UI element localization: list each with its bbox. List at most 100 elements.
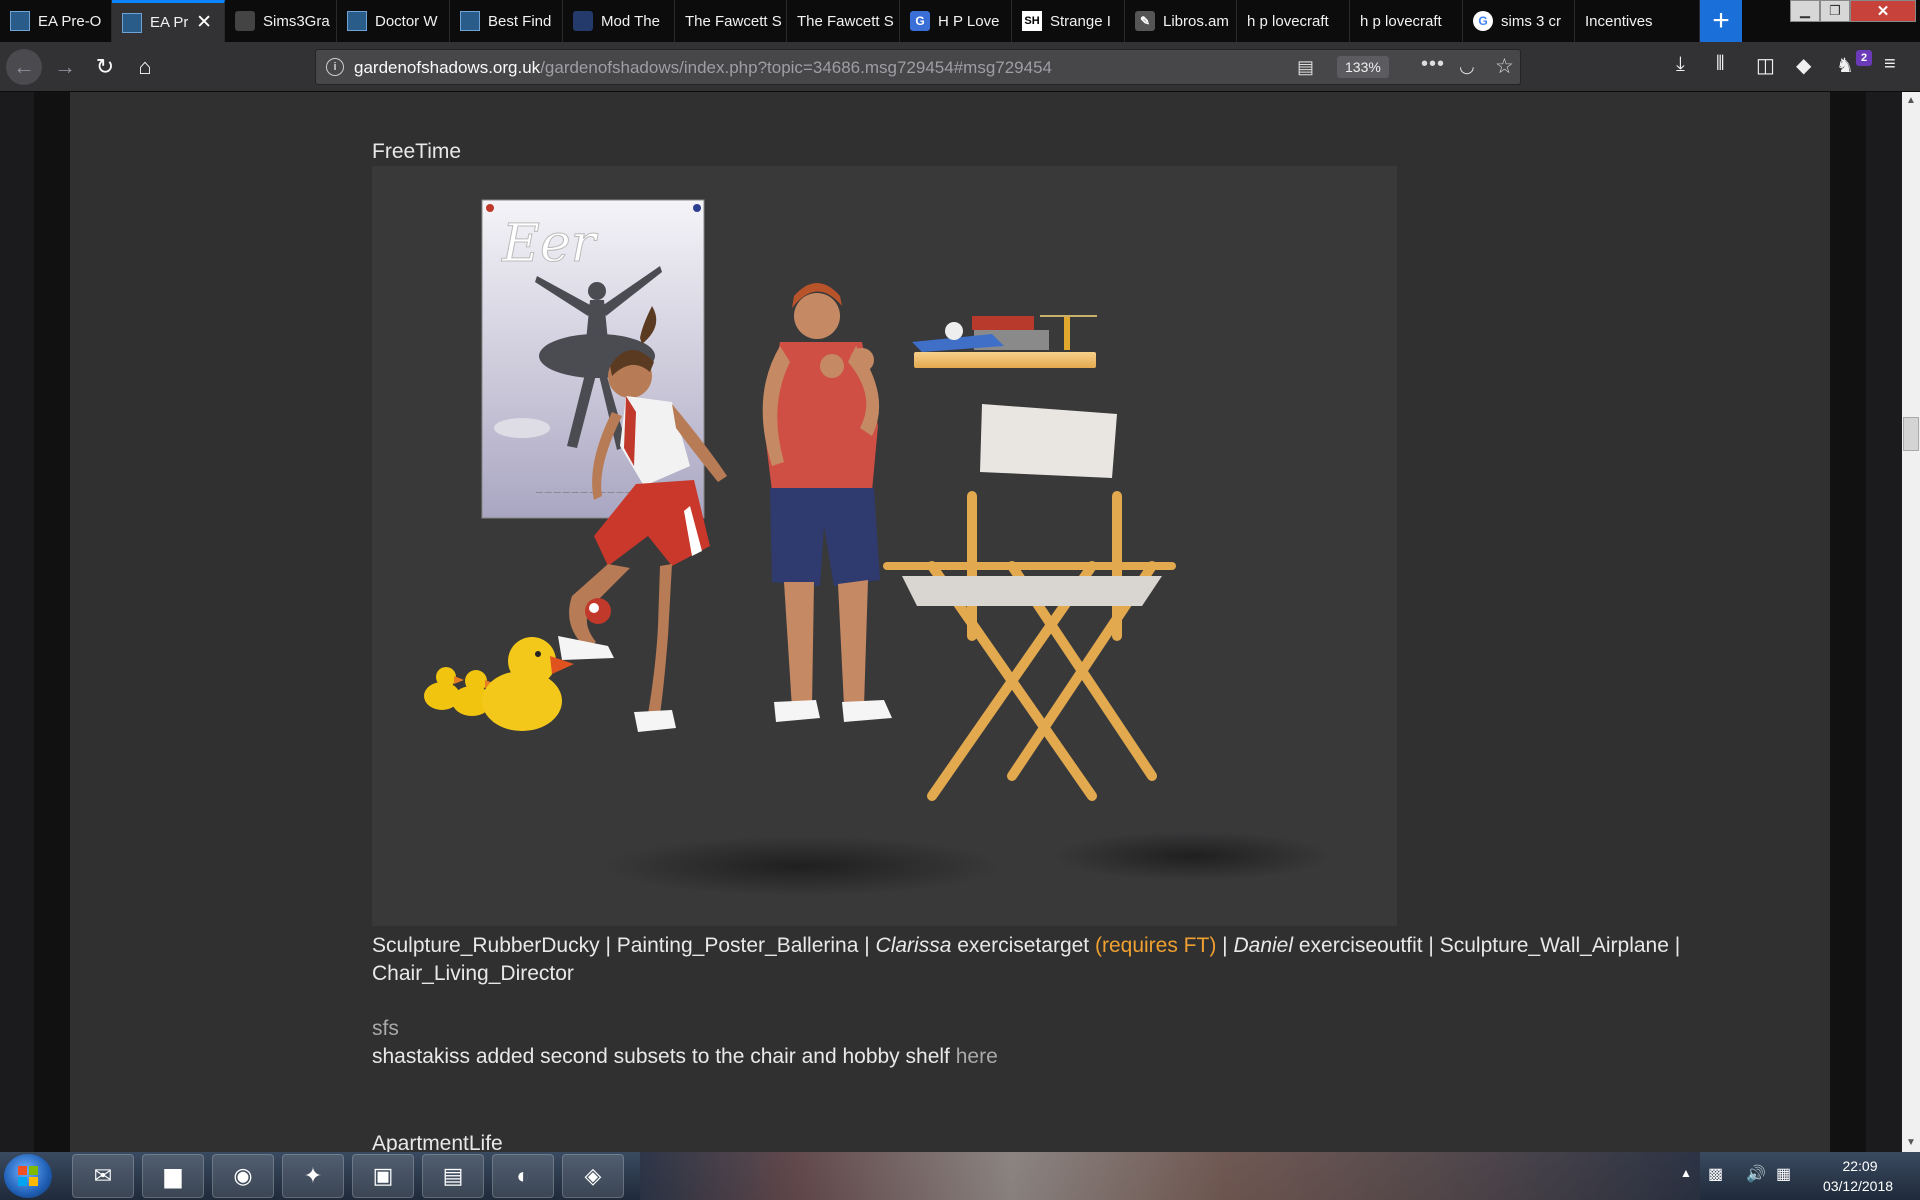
object-name: exercisetarget	[957, 934, 1090, 957]
home-button[interactable]: ⌂	[128, 50, 162, 84]
notifications-icon[interactable]: ♞	[1836, 53, 1854, 78]
airplane-shelf	[912, 315, 1097, 368]
tab-label: EA Pre-O	[38, 12, 102, 30]
network-icon[interactable]: ▦	[1776, 1164, 1791, 1184]
notification-badge: 2	[1856, 50, 1872, 66]
g-icon: G	[910, 11, 930, 31]
google-icon: G	[1473, 11, 1493, 31]
tab-libros[interactable]: ✎ Libros.am	[1125, 0, 1237, 42]
url-text[interactable]: gardenofshadows.org.uk/gardenofshadows/i…	[354, 58, 1052, 78]
vertical-scrollbar[interactable]: ▲ ▼	[1902, 92, 1920, 1152]
scene-illustration: Eer — — — — — — — — — — — — —	[424, 199, 1332, 896]
scroll-up-arrow-icon[interactable]: ▲	[1902, 92, 1920, 110]
scrollbar-thumb[interactable]	[1903, 417, 1919, 451]
tab-label: Mod The	[601, 12, 660, 30]
winrar-icon[interactable]: ▤	[422, 1154, 484, 1198]
ea-garden-icon	[460, 11, 480, 31]
tab-label: Best Find	[488, 12, 552, 30]
reload-button[interactable]: ↻	[88, 50, 122, 84]
clock-time[interactable]: 22:09	[1820, 1158, 1900, 1174]
page-icon	[235, 11, 255, 31]
file-explorer-icon[interactable]: ▆	[142, 1154, 204, 1198]
site-info-icon[interactable]: i	[326, 58, 344, 76]
scroll-down-arrow-icon[interactable]: ▼	[1902, 1134, 1920, 1152]
volume-icon[interactable]: 🔊	[1746, 1164, 1766, 1184]
start-button[interactable]	[4, 1154, 52, 1198]
post-body: FreeTime Eer — — — — — — — — — — Sculptu…	[70, 92, 1830, 1152]
sim-name: Daniel	[1233, 934, 1294, 957]
tab-label: sims 3 cr	[1501, 12, 1561, 30]
tab-fawcett-1[interactable]: The Fawcett S	[675, 0, 787, 42]
tab-sims-3-cr[interactable]: G sims 3 cr	[1463, 0, 1575, 42]
thunderbird-icon[interactable]: ✉	[72, 1154, 134, 1198]
tab-label: Libros.am	[1163, 12, 1229, 30]
address-bar[interactable]: i gardenofshadows.org.uk/gardenofshadows…	[315, 49, 1521, 85]
menu-icon[interactable]: ≡	[1884, 53, 1896, 76]
tab-doctor-w[interactable]: Doctor W	[337, 0, 450, 42]
separator: |	[1668, 934, 1681, 957]
tab-best-find[interactable]: Best Find	[450, 0, 563, 42]
tab-incentives[interactable]: Incentives	[1575, 0, 1700, 42]
ea-garden-icon	[10, 11, 30, 31]
maximize-button[interactable]: ❐	[1820, 0, 1850, 22]
clock-date[interactable]: 03/12/2018	[1808, 1178, 1908, 1194]
object-list-caption: Sculpture_RubberDucky | Painting_Poster_…	[372, 932, 1792, 988]
tab-sims3gra[interactable]: Sims3Gra	[225, 0, 337, 42]
tab-ea-pre-o[interactable]: EA Pre-O	[0, 0, 112, 42]
url-domain: gardenofshadows.org.uk	[354, 58, 541, 77]
object-name: exerciseoutfit	[1298, 934, 1423, 957]
close-window-button[interactable]: ✕	[1850, 0, 1916, 22]
pidgin-icon[interactable]: ✦	[282, 1154, 344, 1198]
page-viewport: FreeTime Eer — — — — — — — — — — Sculptu…	[0, 92, 1902, 1152]
downloads-icon[interactable]: ⤓	[1676, 53, 1685, 76]
url-path: /gardenofshadows/index.php?topic=34686.m…	[540, 58, 1052, 77]
page-margin	[1830, 92, 1866, 1152]
ea-garden-icon	[347, 11, 367, 31]
rubber-ducky-sculpture	[424, 637, 574, 731]
tab-fawcett-2[interactable]: The Fawcett S	[787, 0, 900, 42]
bookmark-star-icon[interactable]: ☆	[1495, 54, 1514, 79]
minimize-button[interactable]: ▁	[1790, 0, 1820, 22]
reader-view-icon[interactable]: ▤	[1297, 57, 1314, 78]
object-name: Chair_Living_Director	[372, 962, 574, 985]
tab-strange[interactable]: SH Strange I	[1012, 0, 1125, 42]
object-name: Sculpture_Wall_Airplane	[1439, 934, 1669, 957]
tab-hp-lovecraft-2[interactable]: h p lovecraft	[1350, 0, 1463, 42]
note-text: shastakiss added second subsets to the c…	[372, 1045, 956, 1068]
tab-label: EA Pr	[150, 14, 189, 31]
show-hidden-icons-icon[interactable]: ▲	[1680, 1166, 1692, 1180]
object-name: Sculpture_RubberDucky	[372, 934, 600, 957]
nvidia-tray-icon[interactable]: ▩	[1708, 1164, 1723, 1184]
zoom-level[interactable]: 133%	[1337, 56, 1389, 78]
tab-mod-the[interactable]: Mod The	[563, 0, 675, 42]
sim-name: Clarissa	[875, 934, 952, 957]
new-tab-button[interactable]: +	[1700, 0, 1742, 42]
dreamweaver-icon[interactable]: ◐	[492, 1154, 554, 1198]
book-icon: ✎	[1135, 11, 1155, 31]
forward-button[interactable]: →	[48, 50, 82, 84]
pocket-icon[interactable]: ◡	[1459, 56, 1475, 77]
freetime-objects-image: Eer — — — — — — — — — — — — —	[372, 166, 1397, 926]
tab-strip: EA Pre-O EA Pr ✕ Sims3Gra Doctor W Best …	[0, 0, 1920, 42]
back-button[interactable]: ←	[6, 49, 42, 85]
app-icon[interactable]: ◈	[562, 1154, 624, 1198]
extension-icon[interactable]: ◆	[1796, 53, 1811, 78]
tab-label: Strange I	[1050, 12, 1111, 30]
page-actions-icon[interactable]: •••	[1421, 53, 1445, 76]
sidebar-icon[interactable]: ◫	[1756, 53, 1775, 78]
navigation-toolbar: ← → ↻ ⌂ i gardenofshadows.org.uk/gardeno…	[0, 42, 1920, 92]
tab-hp-love[interactable]: G H P Love	[900, 0, 1012, 42]
cube-icon	[573, 11, 593, 31]
library-icon[interactable]: ⫴	[1716, 53, 1724, 76]
tab-label: h p lovecraft	[1247, 12, 1329, 30]
firefox-icon[interactable]: ◉	[212, 1154, 274, 1198]
tab-hp-lovecraft-1[interactable]: h p lovecraft	[1237, 0, 1350, 42]
separator: |	[1216, 934, 1234, 957]
close-tab-icon[interactable]: ✕	[196, 13, 212, 32]
app-icon[interactable]: ▣	[352, 1154, 414, 1198]
sfs-label: sfs	[372, 1017, 399, 1040]
tab-ea-pr-active[interactable]: EA Pr ✕	[112, 0, 225, 42]
separator: |	[1422, 934, 1440, 957]
here-link[interactable]: here	[956, 1045, 998, 1068]
requires-note: (requires FT)	[1094, 934, 1217, 957]
